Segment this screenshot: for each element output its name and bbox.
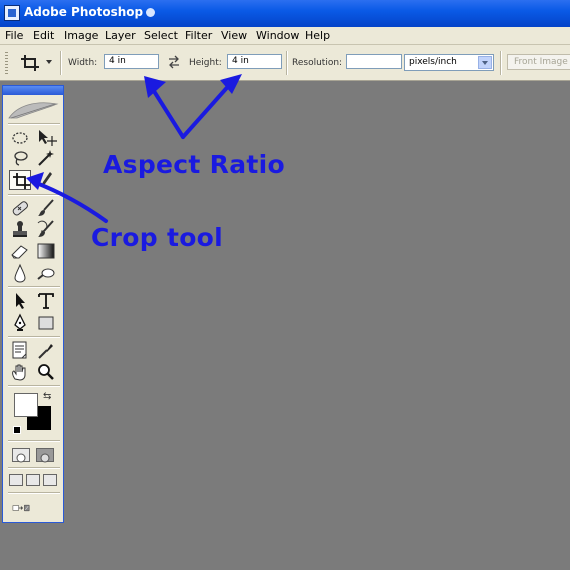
resolution-label: Resolution: [292,58,343,68]
notes-tool-icon[interactable] [9,340,31,360]
front-image-button[interactable]: Front Image [507,54,570,70]
swap-dimensions-icon[interactable] [167,55,181,69]
eraser-tool-icon[interactable] [9,241,31,261]
width-field[interactable]: 4 in [104,54,159,69]
menu-bar: File Edit Image Layer Select Filter View… [0,27,570,45]
zoom-tool-icon[interactable] [35,362,57,382]
default-colors-icon[interactable] [13,426,21,434]
front-image-label: Front Image [514,57,568,67]
standard-mode-icon[interactable] [12,448,30,463]
menu-filter[interactable]: Filter [185,29,212,42]
toolbox-title-bar[interactable] [3,86,63,95]
healing-brush-icon[interactable] [9,198,31,218]
shape-tool-icon[interactable] [35,313,57,333]
chevron-down-icon[interactable] [478,56,492,69]
options-divider [60,51,62,75]
menu-layer[interactable]: Layer [105,29,136,42]
quick-mask-icon[interactable] [36,448,54,463]
menu-select[interactable]: Select [144,29,178,42]
screen-mode-full-icon[interactable] [43,474,57,486]
toolbox-divider [8,194,60,196]
crop-tool-icon[interactable] [9,170,31,190]
menu-view[interactable]: View [221,29,247,42]
crop-preset-icon[interactable] [20,54,40,72]
resolution-unit-value: pixels/inch [409,57,457,67]
brush-tool-icon[interactable] [35,198,57,218]
foreground-color-swatch[interactable] [14,393,38,417]
magic-wand-icon[interactable] [35,148,57,168]
title-bar: Adobe Photoshop [0,0,570,27]
options-divider [500,51,502,75]
height-label: Height: [189,58,222,68]
menu-image[interactable]: Image [64,29,98,42]
blur-tool-icon[interactable] [9,263,31,283]
options-divider [286,51,288,75]
slice-tool-icon[interactable] [35,170,57,190]
feather-logo-icon[interactable] [7,98,59,122]
toolbox-panel: ⇆ [2,85,64,523]
toolbox-divider [8,123,60,125]
resolution-field[interactable] [346,54,402,69]
toolbox-divider [8,286,60,288]
aspect-ratio-annotation: Aspect Ratio [103,150,285,179]
menu-window[interactable]: Window [256,29,299,42]
options-grip[interactable] [5,52,8,74]
height-field[interactable]: 4 in [227,54,282,69]
gradient-tool-icon[interactable] [35,241,57,261]
toolbox-divider [8,440,60,442]
history-brush-icon[interactable] [35,219,57,239]
preset-dropdown-icon[interactable] [46,60,52,64]
screen-mode-standard-icon[interactable] [9,474,23,486]
pen-tool-icon[interactable] [9,313,31,333]
menu-edit[interactable]: Edit [33,29,54,42]
toolbox-divider [8,385,60,387]
options-bar: Width: 4 in Height: 4 in Resolution: pix… [0,45,570,81]
toolbox-divider [8,336,60,338]
menu-file[interactable]: File [5,29,23,42]
screen-mode-menubar-icon[interactable] [26,474,40,486]
crop-tool-annotation: Crop tool [91,223,224,252]
title-dot-icon [146,8,155,17]
path-selection-icon[interactable] [9,291,31,311]
photoshop-app-icon[interactable] [4,5,20,21]
hand-tool-icon[interactable] [9,362,31,382]
clone-stamp-icon[interactable] [9,219,31,239]
switch-colors-icon[interactable]: ⇆ [43,391,51,402]
toolbox-divider [8,467,60,469]
imageready-jump-icon[interactable] [11,498,57,518]
dodge-tool-icon[interactable] [35,263,57,283]
resolution-unit-select[interactable]: pixels/inch [404,54,494,71]
type-tool-icon[interactable] [35,291,57,311]
lasso-tool-icon[interactable] [9,148,31,168]
move-tool-icon[interactable] [35,128,57,148]
menu-help[interactable]: Help [305,29,330,42]
marquee-tool-icon[interactable] [9,128,31,148]
eyedropper-icon[interactable] [35,340,57,360]
window-title: Adobe Photoshop [24,5,144,19]
width-label: Width: [68,58,98,68]
toolbox-divider [8,492,60,494]
